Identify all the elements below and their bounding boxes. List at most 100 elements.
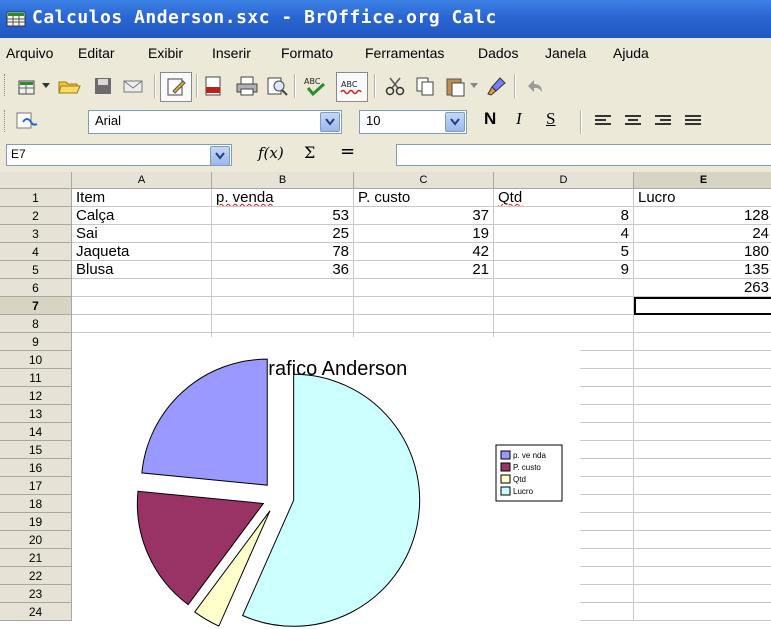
font-size-dropdown-button[interactable] <box>445 112 465 132</box>
font-name-combobox[interactable]: Arial <box>88 110 342 134</box>
cell-d7[interactable] <box>494 297 634 315</box>
row-header-4[interactable]: 4 <box>0 243 72 261</box>
bold-button[interactable]: N <box>484 109 496 129</box>
row-header-10[interactable]: 10 <box>0 351 72 369</box>
cell-d4[interactable]: 5 <box>494 243 634 261</box>
copy-button[interactable] <box>412 73 438 99</box>
export-pdf-button[interactable] <box>200 73 226 99</box>
new-dropdown-arrow[interactable] <box>40 73 52 99</box>
cell-b8[interactable] <box>212 315 354 333</box>
font-name-dropdown-button[interactable] <box>320 112 340 132</box>
cell-e2[interactable]: 128 <box>634 207 771 225</box>
cell-b2[interactable]: 53 <box>212 207 354 225</box>
row-header-11[interactable]: 11 <box>0 369 72 387</box>
print-preview-button[interactable] <box>264 73 290 99</box>
cell-e10[interactable] <box>634 351 771 369</box>
name-box[interactable]: E7 <box>6 144 232 166</box>
justify-button[interactable] <box>680 108 706 134</box>
column-header-c[interactable]: C <box>354 172 494 189</box>
align-right-button[interactable] <box>650 108 676 134</box>
cell-e17[interactable] <box>634 477 771 495</box>
cell-d2[interactable]: 8 <box>494 207 634 225</box>
italic-button[interactable]: I <box>516 109 522 129</box>
cell-e11[interactable] <box>634 369 771 387</box>
font-size-combobox[interactable]: 10 <box>359 110 467 134</box>
email-button[interactable] <box>120 73 146 99</box>
cell-d6[interactable] <box>494 279 634 297</box>
menu-ferramentas[interactable]: Ferramentas <box>365 45 444 61</box>
cell-b3[interactable]: 25 <box>212 225 354 243</box>
row-header-6[interactable]: 6 <box>0 279 72 297</box>
cell-e9[interactable] <box>634 333 771 351</box>
cut-button[interactable] <box>382 73 408 99</box>
menu-dados[interactable]: Dados <box>478 45 518 61</box>
cell-e3[interactable]: 24 <box>634 225 771 243</box>
row-header-21[interactable]: 21 <box>0 549 72 567</box>
row-header-13[interactable]: 13 <box>0 405 72 423</box>
menu-ajuda[interactable]: Ajuda <box>613 45 649 61</box>
row-header-2[interactable]: 2 <box>0 207 72 225</box>
cell-b5[interactable]: 36 <box>212 261 354 279</box>
row-header-14[interactable]: 14 <box>0 423 72 441</box>
cell-b6[interactable] <box>212 279 354 297</box>
cell-b7[interactable] <box>212 297 354 315</box>
cell-a7[interactable] <box>72 297 212 315</box>
row-header-22[interactable]: 22 <box>0 567 72 585</box>
cell-e21[interactable] <box>634 549 771 567</box>
cell-a4[interactable]: Jaqueta <box>72 243 212 261</box>
cell-e4[interactable]: 180 <box>634 243 771 261</box>
cell-c4[interactable]: 42 <box>354 243 494 261</box>
row-header-20[interactable]: 20 <box>0 531 72 549</box>
cell-c1[interactable]: P. custo <box>354 189 494 207</box>
row-header-17[interactable]: 17 <box>0 477 72 495</box>
edit-file-button[interactable] <box>160 72 192 102</box>
pie-chart[interactable]: Grafico Anderson p. ve nda P. custo Qtd Lucr… <box>72 337 580 629</box>
cell-e18[interactable] <box>634 495 771 513</box>
cell-e1[interactable]: Lucro <box>634 189 771 207</box>
name-box-dropdown-button[interactable] <box>210 146 230 166</box>
formula-input[interactable] <box>396 144 771 166</box>
cell-c5[interactable]: 21 <box>354 261 494 279</box>
cell-a5[interactable]: Blusa <box>72 261 212 279</box>
print-button[interactable] <box>234 73 260 99</box>
styles-button[interactable] <box>14 108 40 134</box>
cell-d1[interactable]: Qtd <box>494 189 634 207</box>
cell-a1[interactable]: Item <box>72 189 212 207</box>
spellcheck-button[interactable]: ABC <box>302 73 328 99</box>
column-header-a[interactable]: A <box>72 172 212 189</box>
row-header-9[interactable]: 9 <box>0 333 72 351</box>
column-header-b[interactable]: B <box>212 172 354 189</box>
menu-arquivo[interactable]: Arquivo <box>6 45 53 61</box>
cell-c7[interactable] <box>354 297 494 315</box>
row-header-15[interactable]: 15 <box>0 441 72 459</box>
paste-dropdown-arrow[interactable] <box>468 73 480 99</box>
cell-d3[interactable]: 4 <box>494 225 634 243</box>
cell-c6[interactable] <box>354 279 494 297</box>
cell-a8[interactable] <box>72 315 212 333</box>
menu-exibir[interactable]: Exibir <box>148 45 183 61</box>
cell-e12[interactable] <box>634 387 771 405</box>
row-header-12[interactable]: 12 <box>0 387 72 405</box>
row-header-3[interactable]: 3 <box>0 225 72 243</box>
cell-c8[interactable] <box>354 315 494 333</box>
row-header-7[interactable]: 7 <box>0 297 72 315</box>
row-header-18[interactable]: 18 <box>0 495 72 513</box>
row-header-1[interactable]: 1 <box>0 189 72 207</box>
cell-e15[interactable] <box>634 441 771 459</box>
cell-d8[interactable] <box>494 315 634 333</box>
align-center-button[interactable] <box>620 108 646 134</box>
cell-e19[interactable] <box>634 513 771 531</box>
cell-e20[interactable] <box>634 531 771 549</box>
row-header-19[interactable]: 19 <box>0 513 72 531</box>
underline-button[interactable]: S <box>546 109 555 129</box>
menu-formato[interactable]: Formato <box>281 45 333 61</box>
toolbar-grip[interactable] <box>4 110 8 132</box>
cell-a6[interactable] <box>72 279 212 297</box>
cell-e6[interactable]: 263 <box>634 279 771 297</box>
open-button[interactable] <box>56 73 82 99</box>
align-left-button[interactable] <box>590 108 616 134</box>
cell-c2[interactable]: 37 <box>354 207 494 225</box>
select-all-corner[interactable] <box>0 172 72 189</box>
menu-inserir[interactable]: Inserir <box>212 45 251 61</box>
clone-formatting-button[interactable] <box>484 73 510 99</box>
